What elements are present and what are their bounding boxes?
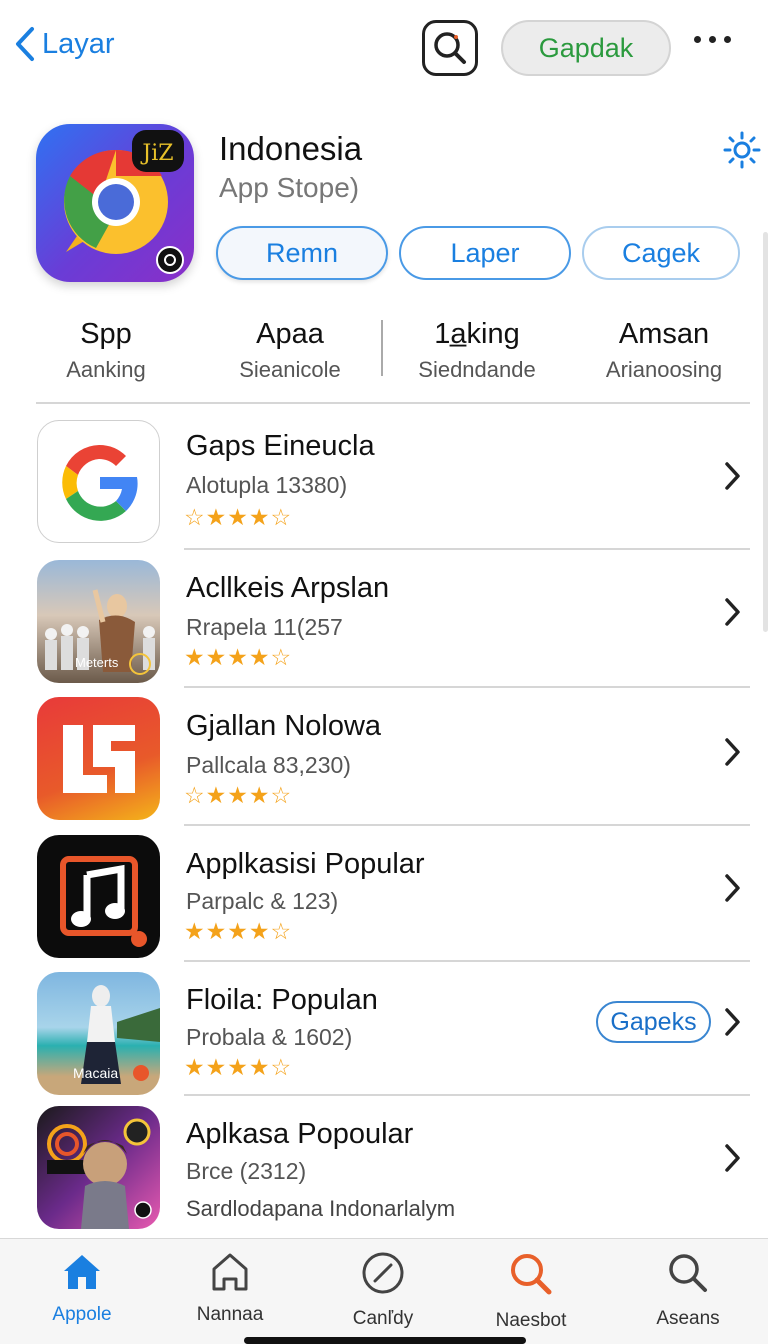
tab-label: Aseans (656, 1308, 720, 1329)
tab-naesbot[interactable]: Naesbot (471, 1251, 591, 1332)
chevron-left-icon (16, 27, 34, 61)
rating-stars: ★★★★☆ (184, 918, 293, 944)
header-button-3[interactable]: Cagek (582, 226, 740, 280)
stat-label: Arianoosing (605, 357, 723, 382)
chevron-right-icon (725, 1008, 740, 1036)
list-item[interactable]: Gaps Eineucla Alotupla 13380) ☆★★★☆ (0, 418, 768, 554)
search-icon (434, 32, 466, 64)
list-item[interactable]: Applkasisi Popular Parpalc & 123) ★★★★☆ (0, 832, 768, 968)
chevron-right-icon (725, 874, 740, 902)
dot-icon (724, 36, 731, 43)
tab-label: Nannaa (196, 1304, 264, 1325)
item-subtitle: Alotupla 13380) (186, 472, 348, 498)
item-title: Acllkeis Arpslan (186, 572, 390, 604)
gear-icon[interactable] (722, 130, 762, 170)
home-icon (64, 1255, 100, 1289)
app-title: Indonesia (219, 130, 363, 167)
row-divider (184, 1094, 750, 1096)
row-divider (184, 960, 750, 962)
item-title: Floila: Populan (186, 984, 378, 1016)
item-subtitle: Pallcala 83,230) (186, 752, 351, 778)
compass-icon (362, 1252, 404, 1294)
item-subtitle: Rrapela 11(257 (186, 614, 343, 640)
stat-item: Apaa Sieanicole (224, 318, 356, 383)
bottom-tab-bar: Appole Nannaa Canľdy Naesbot Aseans (0, 1238, 768, 1344)
ls-logo-icon (37, 697, 160, 820)
chrome-logo-icon: JiZ (64, 130, 184, 274)
item-subtitle: Parpalc & 123) (186, 888, 339, 914)
stat-item: 1a̲king Siedndande (408, 318, 546, 383)
house-outline-icon (212, 1253, 248, 1291)
dot-icon (709, 36, 716, 43)
icon-caption: Macaia (73, 1065, 119, 1081)
rating-stars: ★★★★☆ (184, 644, 293, 670)
header-button-2[interactable]: Laper (399, 226, 571, 280)
dot-icon (694, 36, 701, 43)
rating-stars: ☆★★★☆ (184, 504, 293, 530)
stat-value: Apaa (256, 318, 324, 350)
action-pill-button[interactable]: Gapdak (501, 20, 671, 76)
icon-caption: Meterts (75, 655, 119, 670)
chevron-right-icon (725, 1144, 740, 1172)
row-divider (184, 686, 750, 688)
item-extra: Sardlodapana Indonarlalym (186, 1196, 456, 1221)
back-label: Layar (42, 27, 115, 60)
app-icon[interactable]: JiZ (36, 124, 194, 282)
app-subtitle: App Stope) (219, 172, 360, 203)
item-title: Gjallan Nolowa (186, 710, 382, 742)
tab-canldy[interactable]: Canľdy (323, 1251, 443, 1330)
more-options-button[interactable] (694, 36, 731, 43)
stat-item: Spp Aanking (46, 318, 166, 383)
rating-stars: ★★★★☆ (184, 1054, 293, 1080)
list-item[interactable]: Macaia Floila: Populan Probala & 1602) ★… (0, 968, 768, 1104)
list-item[interactable]: Meterts Acllkeis Arpslan Rrapela 11(257 … (0, 556, 768, 692)
chevron-right-icon (725, 598, 740, 626)
stat-label: Sieanicole (239, 357, 341, 382)
stat-label: Aanking (66, 357, 146, 382)
list-item[interactable]: Gjallan Nolowa Pallcala 83,230) ☆★★★☆ (0, 694, 768, 830)
search-button[interactable] (422, 20, 478, 76)
header-button-1[interactable]: Remn (216, 226, 388, 280)
beach-photo-icon: Macaia (37, 972, 160, 1095)
search-icon-orange (511, 1254, 552, 1295)
top-bar: Layar Gapdak (0, 0, 768, 96)
item-title: Gaps Eineucla (186, 430, 375, 462)
tab-aseans[interactable]: Aseans (628, 1251, 748, 1330)
item-title: Applkasisi Popular (186, 848, 425, 880)
icon-badge-text: JiZ (140, 141, 173, 166)
stat-value: 1a̲king (434, 318, 520, 350)
search-icon (669, 1254, 707, 1292)
item-tag-button[interactable]: Gapeks (596, 1001, 711, 1043)
row-divider (184, 548, 750, 550)
item-subtitle: Probala & 1602) (186, 1024, 353, 1050)
back-button[interactable]: Layar (14, 26, 115, 62)
stat-divider (381, 320, 383, 376)
item-title: Aplkasa Popoular (186, 1118, 414, 1150)
cartoon-avatar-icon (37, 1106, 160, 1229)
chevron-right-icon (725, 738, 740, 766)
row-divider (184, 824, 750, 826)
google-g-icon (37, 420, 160, 543)
home-indicator[interactable] (244, 1337, 526, 1344)
rating-stars: ☆★★★☆ (184, 782, 293, 808)
stat-value: Amsan (618, 318, 710, 350)
tab-label: Canľdy (352, 1308, 414, 1329)
section-divider (36, 402, 750, 404)
tab-label: Naesbot (495, 1310, 567, 1331)
photo-crowd-icon: Meterts (37, 560, 160, 683)
chevron-right-icon (725, 462, 740, 490)
tab-home[interactable]: Appole (22, 1251, 142, 1326)
scrollbar[interactable] (763, 232, 768, 632)
music-note-icon (37, 835, 160, 958)
stat-value: Spp (80, 318, 132, 350)
list-item[interactable]: Aplkasa Popoular Brce (2312) Sardlodapan… (0, 1104, 768, 1240)
tab-nannaa[interactable]: Nannaa (170, 1251, 290, 1326)
item-subtitle: Brce (2312) (186, 1158, 307, 1184)
stat-label: Siedndande (418, 357, 536, 382)
tab-label: Appole (52, 1304, 112, 1325)
stat-item: Amsan Arianoosing (596, 318, 732, 383)
